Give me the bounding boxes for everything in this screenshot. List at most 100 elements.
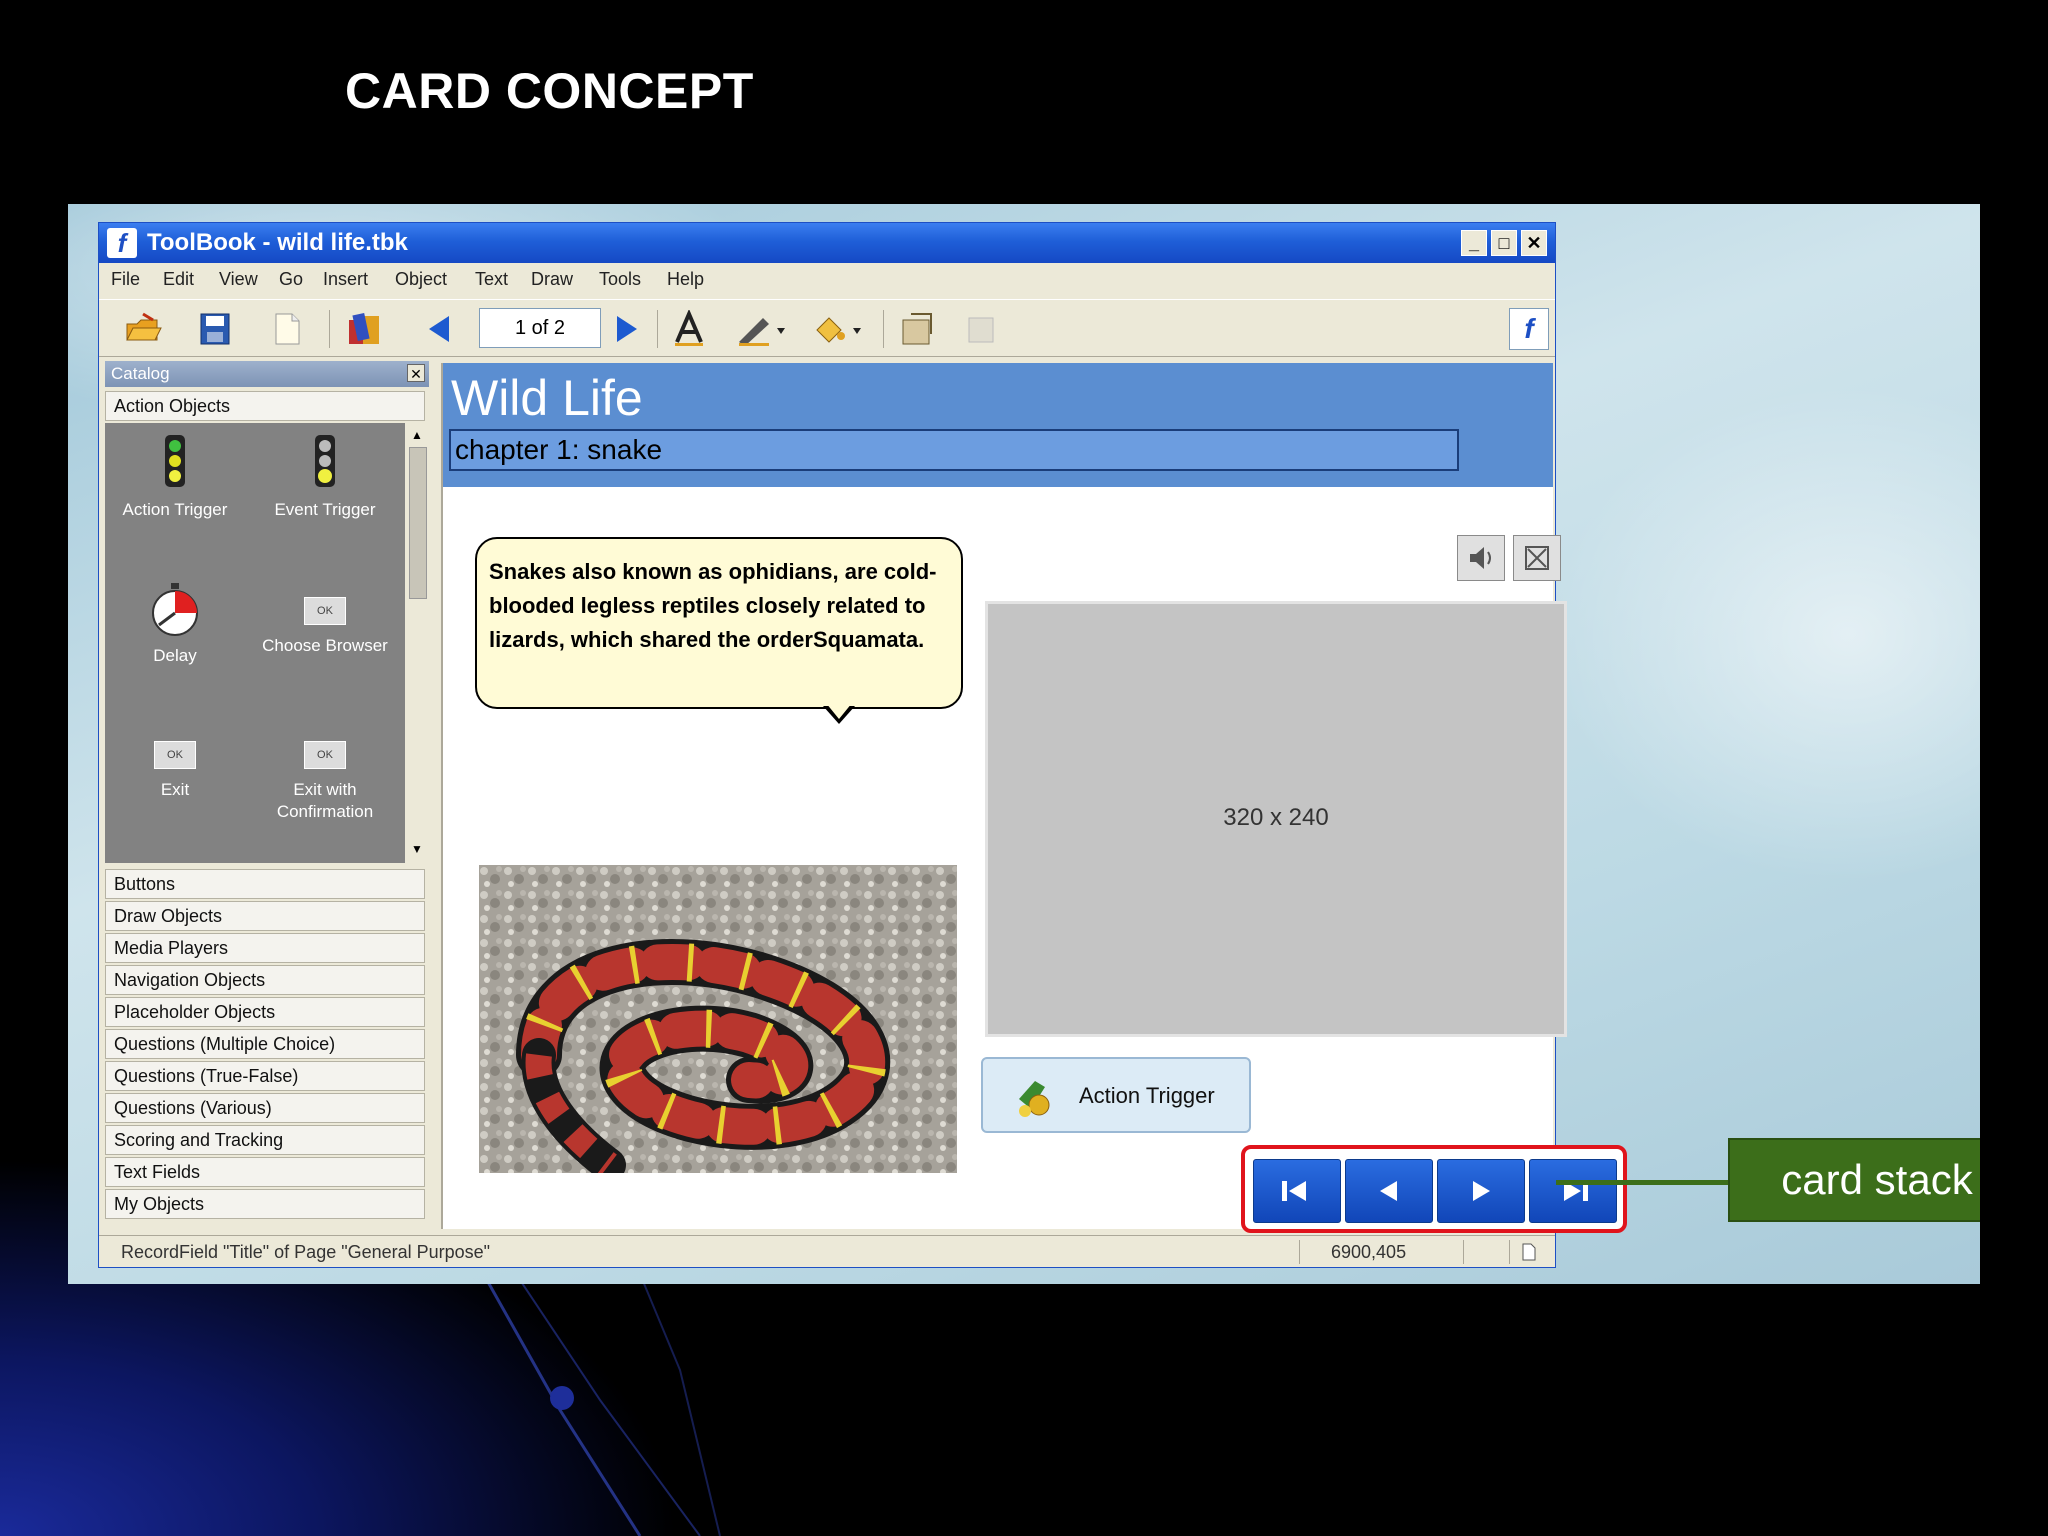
catalog-items-grid: Action Trigger Event Trigger Delay OK Ch…: [105, 423, 405, 863]
menu-bar: File Edit View Go Insert Object Text Dra…: [99, 263, 1555, 297]
previous-icon: [1380, 1181, 1397, 1201]
fullscreen-button[interactable]: [1513, 535, 1561, 581]
catalog-section[interactable]: Placeholder Objects: [105, 997, 425, 1027]
ok-button-icon: OK: [304, 741, 346, 769]
catalog-item-exit-with-confirmation[interactable]: OK Exit with Confirmation: [255, 741, 395, 823]
catalog-section[interactable]: Navigation Objects: [105, 965, 425, 995]
next-page-button[interactable]: [1437, 1159, 1525, 1223]
menu-object[interactable]: Object: [395, 269, 447, 290]
scroll-down-icon[interactable]: ▼: [407, 839, 427, 859]
last-page-button[interactable]: [1529, 1159, 1617, 1223]
catalog-section[interactable]: Buttons: [105, 869, 425, 899]
page-indicator[interactable]: 1 of 2: [479, 308, 601, 348]
first-page-button[interactable]: [1253, 1159, 1341, 1223]
catalog-item-label: Action Trigger: [122, 500, 228, 519]
minimize-button[interactable]: _: [1461, 230, 1487, 256]
slide-title: CARD CONCEPT: [345, 63, 754, 119]
properties-icon[interactable]: [897, 310, 937, 348]
card-stack-navigation: [1241, 1145, 1627, 1233]
catalog-header: Catalog: [105, 361, 429, 387]
window-title: ToolBook - wild life.tbk: [147, 229, 408, 256]
catalog-section[interactable]: Draw Objects: [105, 901, 425, 931]
book-page: Wild Life chapter 1: snake Snakes also k…: [441, 363, 1627, 1233]
menu-insert[interactable]: Insert: [323, 269, 368, 290]
catalog-item-choose-browser[interactable]: OK Choose Browser: [255, 597, 395, 657]
speaker-icon: [1470, 547, 1491, 569]
catalog-item-label: Choose Browser: [262, 636, 388, 655]
catalog-section[interactable]: My Objects: [105, 1189, 425, 1219]
fill-tool-icon[interactable]: [811, 310, 867, 348]
catalog-item-label: Exit: [160, 780, 190, 799]
media-player-placeholder[interactable]: 320 x 240: [985, 601, 1567, 1037]
status-text: RecordField "Title" of Page "General Pur…: [121, 1242, 491, 1262]
catalog-item-label: Delay: [153, 646, 197, 665]
chapter-field[interactable]: chapter 1: snake: [449, 429, 1459, 471]
catalog-section-action-objects[interactable]: Action Objects: [105, 391, 425, 421]
menu-file[interactable]: File: [111, 269, 140, 290]
catalog-item-event-trigger[interactable]: Event Trigger: [255, 433, 395, 521]
sound-button[interactable]: [1457, 535, 1505, 581]
ok-button-icon: OK: [304, 597, 346, 625]
toolbook-help-logo-icon[interactable]: f: [1509, 308, 1549, 350]
action-trigger-label: Action Trigger: [1079, 1083, 1215, 1108]
expand-icon: [1525, 546, 1549, 570]
draw-tool-icon[interactable]: [735, 310, 791, 348]
catalog-item-label: Exit with Confirmation: [276, 780, 374, 821]
menu-help[interactable]: Help: [667, 269, 704, 290]
catalog-scrollbar[interactable]: ▲ ▼: [405, 423, 429, 863]
scroll-up-icon[interactable]: ▲: [407, 425, 427, 445]
catalog-section[interactable]: Scoring and Tracking: [105, 1125, 425, 1155]
close-button[interactable]: ✕: [1521, 230, 1547, 256]
catalog-section[interactable]: Questions (Multiple Choice): [105, 1029, 425, 1059]
previous-page-arrow-icon[interactable]: [419, 310, 459, 348]
disabled-tool-icon: [968, 317, 994, 343]
speech-bubble: Snakes also known as ophidians, are cold…: [475, 537, 963, 709]
card-stack-callout: card stack: [1728, 1138, 1980, 1222]
menu-text[interactable]: Text: [475, 269, 508, 290]
screenshot-panel: f ToolBook - wild life.tbk _ □ ✕ File Ed…: [68, 204, 1980, 1284]
next-icon: [1473, 1181, 1490, 1201]
toolbook-logo-icon: f: [107, 228, 137, 258]
stopwatch-icon: [152, 583, 198, 636]
decorative-swoosh: [468, 1250, 721, 1536]
menu-edit[interactable]: Edit: [163, 269, 194, 290]
first-page-icon: [1282, 1181, 1306, 1201]
catalog-item-delay[interactable]: Delay: [105, 581, 245, 667]
document-status-icon[interactable]: [1519, 1242, 1539, 1262]
save-icon[interactable]: [195, 310, 235, 348]
snake-photo: [479, 865, 957, 1173]
maximize-button[interactable]: □: [1491, 230, 1517, 256]
catalog-section[interactable]: Questions (True-False): [105, 1061, 425, 1091]
catalog-close-icon[interactable]: ✕: [407, 364, 425, 382]
traffic-light-icon: [165, 435, 185, 487]
catalog-section[interactable]: Media Players: [105, 933, 425, 963]
menu-draw[interactable]: Draw: [531, 269, 573, 290]
media-size-label: 320 x 240: [1223, 804, 1329, 831]
next-page-arrow-icon[interactable]: [607, 310, 647, 348]
status-coordinates: 6900,405: [1331, 1242, 1407, 1262]
catalog-panel: Catalog ✕ Action Objects Action Trigger: [105, 361, 429, 1231]
catalog-item-label: Event Trigger: [274, 500, 376, 519]
menu-tools[interactable]: Tools: [599, 269, 641, 290]
catalog-item-action-trigger[interactable]: Action Trigger: [105, 433, 245, 521]
page-title: Wild Life: [451, 370, 643, 426]
catalog-item-exit[interactable]: OK Exit: [105, 741, 245, 801]
menu-view[interactable]: View: [219, 269, 258, 290]
action-trigger-button[interactable]: Action Trigger: [981, 1057, 1251, 1133]
scroll-thumb[interactable]: [409, 447, 427, 599]
toolbar: 1 of 2 f: [99, 299, 1555, 357]
book-icon[interactable]: [345, 310, 385, 348]
toolbook-window: f ToolBook - wild life.tbk _ □ ✕ File Ed…: [98, 222, 1627, 1268]
action-trigger-icon: [1019, 1081, 1050, 1117]
menu-go[interactable]: Go: [279, 269, 303, 290]
previous-page-button[interactable]: [1345, 1159, 1433, 1223]
event-trigger-icon: [315, 435, 335, 487]
open-folder-icon[interactable]: [123, 310, 163, 348]
text-tool-icon[interactable]: [669, 310, 709, 348]
title-bar[interactable]: f ToolBook - wild life.tbk _ □ ✕: [99, 223, 1555, 263]
new-page-icon[interactable]: [267, 310, 307, 348]
page-header: Wild Life chapter 1: snake: [443, 363, 1553, 487]
status-bar: RecordField "Title" of Page "General Pur…: [99, 1235, 1555, 1268]
catalog-section[interactable]: Questions (Various): [105, 1093, 425, 1123]
catalog-section[interactable]: Text Fields: [105, 1157, 425, 1187]
